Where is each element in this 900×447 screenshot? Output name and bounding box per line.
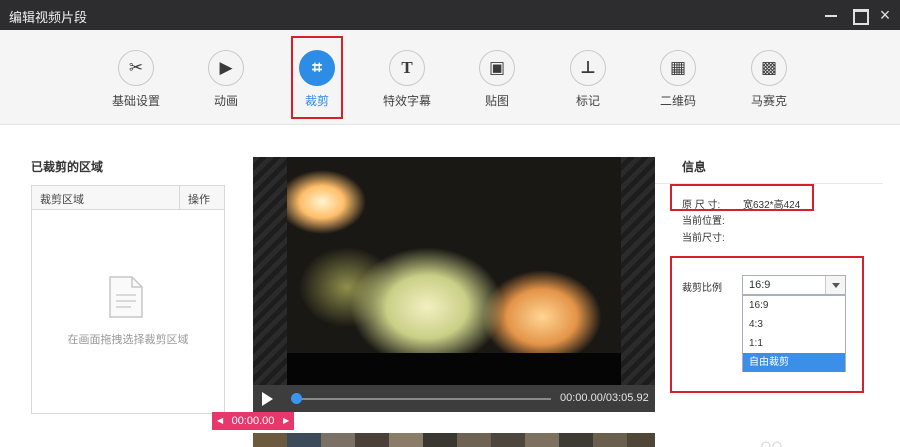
col-crop-area: 裁剪区域 xyxy=(40,194,84,206)
letterbox-right xyxy=(621,157,655,385)
film-thumbnail xyxy=(525,433,559,447)
film-frame-icon: ▶ xyxy=(208,50,244,86)
info-title: 信息 xyxy=(682,160,707,174)
film-thumbnail xyxy=(627,433,655,447)
current-position-label: 当前位置: xyxy=(682,216,725,227)
seek-handle[interactable] xyxy=(291,393,302,404)
title-bar: 编辑视频片段 × xyxy=(0,0,900,30)
tab-effect-subtitles[interactable]: T 特效字幕 xyxy=(363,42,453,112)
mosaic-icon: ▩ xyxy=(751,50,787,86)
tab-label: 动画 xyxy=(213,94,238,108)
film-thumbnail xyxy=(287,433,321,447)
tab-sticker[interactable]: ▣ 贴图 xyxy=(453,42,543,112)
tab-mosaic[interactable]: ▩ 马赛克 xyxy=(725,42,815,112)
video-preview[interactable] xyxy=(253,157,655,385)
qrcode-icon: ▦ xyxy=(660,50,696,86)
video-frame[interactable] xyxy=(287,157,621,357)
player-controls: 00:00.00/03:05.92 xyxy=(253,385,655,412)
cropped-areas-table: 裁剪区域 操作 在画面拖拽选择裁剪区域 xyxy=(31,185,225,414)
arrow-left-icon[interactable]: ◀ xyxy=(217,412,223,430)
text-icon: T xyxy=(389,50,425,86)
loading-dots-icon xyxy=(761,441,782,447)
cropped-areas-title: 已裁剪的区域 xyxy=(31,160,104,174)
close-button[interactable]: × xyxy=(874,4,896,26)
video-bottom-bar xyxy=(287,353,621,385)
table-header: 裁剪区域 操作 xyxy=(32,186,224,210)
letterbox-left xyxy=(253,157,287,385)
arrow-right-icon[interactable]: ▶ xyxy=(283,412,289,430)
playback-time: 00:00.00/03:05.92 xyxy=(560,392,649,404)
film-thumbnail xyxy=(321,433,355,447)
tab-qrcode[interactable]: ▦ 二维码 xyxy=(634,42,724,112)
maximize-button[interactable] xyxy=(848,4,870,26)
minimize-button[interactable] xyxy=(820,4,842,26)
play-icon[interactable] xyxy=(262,392,273,406)
crop-ratio-highlight-box xyxy=(670,256,864,393)
tab-basic-settings[interactable]: ✂ 基础设置 xyxy=(92,42,182,112)
film-thumbnail xyxy=(253,433,287,447)
col-action: 操作 xyxy=(188,194,210,206)
tab-label: 基础设置 xyxy=(111,94,160,108)
film-thumbnail xyxy=(559,433,593,447)
pin-icon: ⊥ xyxy=(570,50,606,86)
seek-bar[interactable] xyxy=(291,398,551,400)
tab-animation[interactable]: ▶ 动画 xyxy=(182,42,272,112)
film-thumbnail xyxy=(457,433,491,447)
scissors-icon: ✂ xyxy=(118,50,154,86)
empty-hint: 在画面拖拽选择裁剪区域 xyxy=(67,334,189,346)
tab-label: 贴图 xyxy=(484,94,509,108)
film-thumbnail xyxy=(389,433,423,447)
timeline-time: 00:00.00 xyxy=(231,415,275,427)
film-thumbnail xyxy=(491,433,525,447)
tab-label: 二维码 xyxy=(659,94,696,108)
tab-label: 特效字幕 xyxy=(382,94,431,108)
tab-label: 马赛克 xyxy=(750,94,787,108)
crop-tab-highlight-box xyxy=(291,36,343,119)
tab-marker[interactable]: ⊥ 标记 xyxy=(544,42,634,112)
current-size-label: 当前尺寸: xyxy=(682,233,725,244)
orig-size-highlight-box xyxy=(670,184,814,211)
document-icon xyxy=(109,276,143,318)
tool-tabs: ✂ 基础设置 ▶ 动画 ⌗ 裁剪 T 特效字幕 ▣ 贴图 ⊥ 标记 ▦ 二维码 … xyxy=(0,30,900,125)
timeline-position-badge[interactable]: ◀ 00:00.00 ▶ xyxy=(212,412,294,430)
film-thumbnail xyxy=(355,433,389,447)
film-thumbnail xyxy=(593,433,627,447)
tab-label: 标记 xyxy=(575,94,600,108)
window-title: 编辑视频片段 xyxy=(9,10,88,25)
timeline-filmstrip[interactable] xyxy=(253,433,655,447)
image-icon: ▣ xyxy=(479,50,515,86)
column-divider xyxy=(179,186,180,209)
film-thumbnail xyxy=(423,433,457,447)
